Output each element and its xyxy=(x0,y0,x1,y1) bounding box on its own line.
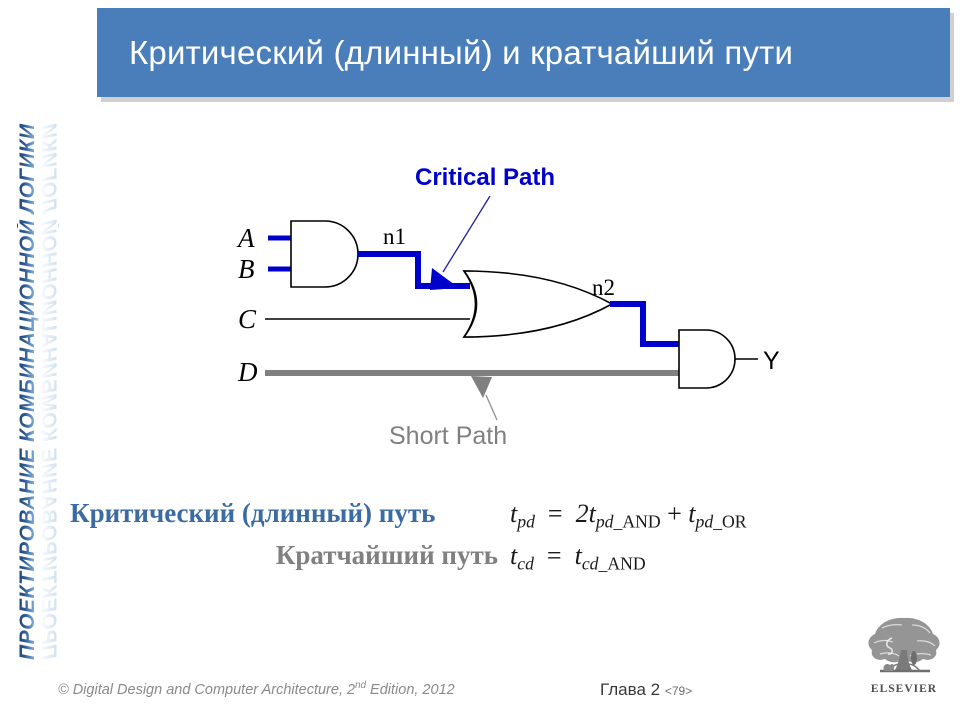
footer-page-number: <79> xyxy=(664,684,693,698)
footer-copyright-prefix: © Digital Design and Computer Architectu… xyxy=(58,681,356,698)
arrowhead-critical-path xyxy=(430,268,459,290)
footer-copyright-sup: nd xyxy=(355,680,367,691)
and-gate-2 xyxy=(678,329,736,389)
sidebar-vertical-title: ПРОЕКТИРОВАНИЕ КОМБИНАЦИОННОЙ ЛОГИКИ xyxy=(16,20,39,660)
formula-label-critical: Критический (длинный) путь xyxy=(70,498,436,528)
or-gate-1 xyxy=(462,270,547,338)
wire-n2-critical-main xyxy=(598,289,611,304)
slide-title-bar: Критический (длинный) и кратчайший пути xyxy=(97,8,950,97)
wire-n2-critical-final xyxy=(600,290,610,304)
wire-n2-critical-polyline xyxy=(601,290,611,304)
leader-line-critical-path xyxy=(442,195,491,273)
wire-n2-critical-line xyxy=(596,288,640,344)
eq-2t-pd-and: 2t xyxy=(575,499,596,528)
eq-t-cd-and: t xyxy=(574,541,582,570)
wire-n2-critical xyxy=(594,290,638,333)
formula-equation-critical: tpd = 2tpd_AND + tpd_OR xyxy=(510,499,747,532)
input-label-c: C xyxy=(238,304,257,334)
footer-chapter: Глава 2 <79> xyxy=(600,680,692,700)
circuit-diagram: A B C D n1 n2 Y Critical Path Short Path xyxy=(236,164,780,450)
sidebar-banner: ПРОЕКТИРОВАНИЕ КОМБИНАЦИОННОЙ ЛОГИКИ ПРО… xyxy=(0,0,61,680)
leader-line-short-path xyxy=(485,394,498,421)
wire-n2-critical-draw xyxy=(597,289,611,304)
eq-t-pd-or: t xyxy=(688,499,696,528)
wire-n2-critical-visible xyxy=(598,290,610,304)
wire-n2-blue xyxy=(600,288,640,343)
n2-wire xyxy=(608,289,611,304)
formula-block: Критический (длинный) путь tpd = 2tpd_AN… xyxy=(70,498,870,582)
wire-n2 xyxy=(596,287,612,304)
sidebar-vertical-title-reflection: ПРОЕКТИРОВАНИЕ КОМБИНАЦИОННОЙ ЛОГИКИ xyxy=(37,20,60,660)
net-label-n2: n2 xyxy=(592,275,615,300)
wire-n2-critical-render xyxy=(598,290,612,304)
net-label-n1: n1 xyxy=(383,224,406,249)
eq-equals: = xyxy=(541,499,570,528)
output-label-y: Y xyxy=(763,347,780,375)
and-gate-1 xyxy=(290,220,359,288)
footer-chapter-label: Глава 2 xyxy=(600,680,661,699)
footer-copyright-suffix: Edition, 2012 xyxy=(366,681,455,698)
annotation-short-path: Short Path xyxy=(389,422,507,450)
wire-n2-path xyxy=(590,290,640,304)
wire-n1-critical xyxy=(358,251,470,289)
net-n2-path xyxy=(610,301,679,347)
wire-n2-critical-path xyxy=(611,304,676,345)
eq-plus: + xyxy=(667,499,682,528)
sidebar-vertical-title-wrap: ПРОЕКТИРОВАНИЕ КОМБИНАЦИОННОЙ ЛОГИКИ ПРО… xyxy=(16,20,61,660)
elsevier-logo: ELSEVIER xyxy=(862,614,946,700)
net-n2-final xyxy=(599,287,611,304)
net-n2-wire-visible xyxy=(597,287,611,304)
elsevier-tree-icon xyxy=(868,617,940,673)
page-title: Критический (длинный) и кратчайший пути xyxy=(129,33,794,71)
formula-equation-short: tcd = tcd_AND xyxy=(510,541,646,574)
net-n2-conductor xyxy=(604,289,611,304)
annotation-critical-path: Critical Path xyxy=(415,164,555,191)
input-label-d: D xyxy=(237,357,258,387)
formula-row-short: Кратчайший путь tcd = tcd_AND xyxy=(70,540,870,582)
wire-n2-critical-true xyxy=(597,288,611,343)
elsevier-wordmark: ELSEVIER xyxy=(870,683,938,695)
input-label-b: B xyxy=(238,254,255,284)
formula-row-critical: Критический (длинный) путь tpd = 2tpd_AN… xyxy=(70,498,870,540)
footer-copyright: © Digital Design and Computer Architectu… xyxy=(58,680,455,698)
wire-n2-critical-shape xyxy=(600,290,640,343)
net-n2-wire xyxy=(601,289,611,304)
net-n2-critical xyxy=(600,288,611,304)
wire-n2-critical-actual xyxy=(598,288,612,304)
input-label-a: A xyxy=(236,223,255,253)
eq-equals-2: = xyxy=(540,541,569,570)
wire-n2-main xyxy=(555,290,640,344)
formula-label-short: Кратчайший путь xyxy=(275,540,498,570)
arrowhead-short-path xyxy=(471,376,492,398)
or-gate-1-body xyxy=(462,270,614,338)
